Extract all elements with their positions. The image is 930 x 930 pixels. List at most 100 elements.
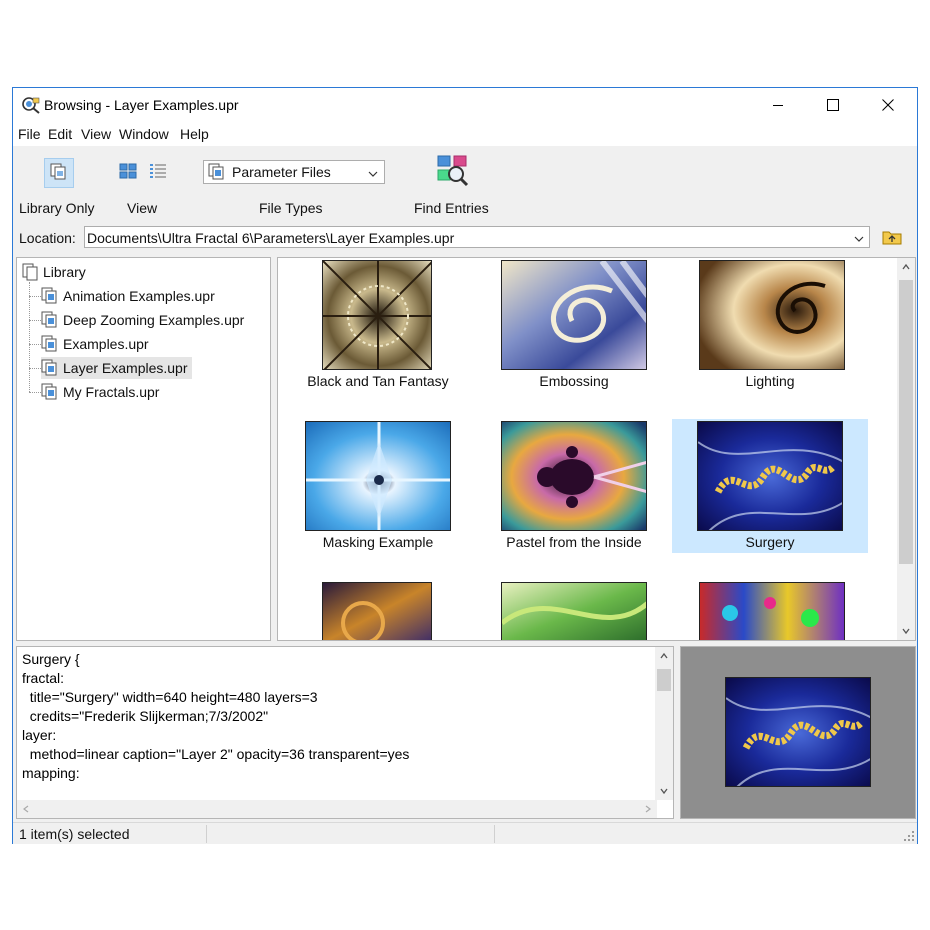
scroll-left-icon[interactable] <box>17 800 35 818</box>
tree-connector <box>29 320 41 321</box>
parameter-file-icon <box>41 383 61 401</box>
scroll-right-icon[interactable] <box>639 800 657 818</box>
location-bar: Location: Documents\Ultra Fractal 6\Para… <box>13 224 917 252</box>
source-vertical-scrollbar[interactable] <box>655 647 673 800</box>
tree-connector <box>29 282 30 392</box>
view-details-button[interactable] <box>147 161 169 183</box>
preview-image <box>725 677 871 787</box>
file-types-dropdown[interactable]: Parameter Files <box>203 160 385 184</box>
parameter-source-view[interactable]: Surgery { fractal: title="Surgery" width… <box>16 646 674 819</box>
entry-label: Embossing <box>539 373 609 389</box>
thumbnails-view-icon <box>119 163 137 182</box>
menu-bar: File Edit View Window Help <box>13 122 917 146</box>
up-folder-icon <box>882 229 902 248</box>
entry-thumbnail <box>697 421 843 531</box>
tree-item-layer-examples[interactable]: Layer Examples.upr <box>41 357 192 379</box>
entry-thumbnail <box>322 582 432 640</box>
minimize-button[interactable] <box>755 88 801 122</box>
window-title: Browsing - Layer Examples.upr <box>44 97 239 113</box>
menu-view[interactable]: View <box>81 126 111 142</box>
chevron-down-icon[interactable] <box>854 231 864 247</box>
entries-grid: Black and Tan Fantasy Embossing Lighting <box>277 257 916 641</box>
tree-root-library[interactable]: Library <box>21 262 86 282</box>
entry-thumbnail <box>699 260 845 370</box>
parameter-file-icon <box>41 359 61 377</box>
entry-thumbnail <box>501 421 647 531</box>
title-bar: Browsing - Layer Examples.upr <box>13 88 917 122</box>
entry-tile-surgery[interactable]: Surgery <box>672 419 868 553</box>
parameter-file-icon <box>41 335 61 353</box>
resize-grip-icon[interactable] <box>903 830 915 842</box>
library-icon <box>21 263 41 281</box>
toolbar: Library Only View Parameter Files File T… <box>13 146 917 224</box>
source-line: method=linear caption="Layer 2" opacity=… <box>22 746 410 762</box>
menu-window[interactable]: Window <box>119 126 169 142</box>
scroll-up-icon[interactable] <box>655 647 673 665</box>
entry-thumbnail <box>305 421 451 531</box>
find-entries-icon <box>436 154 470 191</box>
status-text: 1 item(s) selected <box>19 826 130 842</box>
location-combobox[interactable]: Documents\Ultra Fractal 6\Parameters\Lay… <box>84 226 870 248</box>
maximize-button[interactable] <box>810 88 856 122</box>
grid-scroll-thumb[interactable] <box>899 280 913 564</box>
status-divider <box>494 825 495 843</box>
scroll-up-icon[interactable] <box>897 258 915 276</box>
entry-tile-lighting[interactable]: Lighting <box>672 258 868 392</box>
tree-connector <box>29 392 41 393</box>
source-line: Surgery { <box>22 651 80 667</box>
entry-tile-embossing[interactable]: Embossing <box>476 258 672 392</box>
preview-pane <box>680 646 916 819</box>
tree-item-examples[interactable]: Examples.upr <box>41 333 153 355</box>
menu-file[interactable]: File <box>18 126 41 142</box>
status-bar: 1 item(s) selected <box>13 822 917 844</box>
library-only-icon <box>49 162 69 185</box>
tree-item-deep-zooming-examples[interactable]: Deep Zooming Examples.upr <box>41 309 248 331</box>
location-path: Documents\Ultra Fractal 6\Parameters\Lay… <box>87 230 455 246</box>
app-icon <box>21 96 41 114</box>
tree-connector <box>29 344 41 345</box>
entry-tile[interactable] <box>476 580 672 640</box>
library-only-label: Library Only <box>19 200 95 216</box>
details-view-icon <box>149 163 167 182</box>
tree-item-animation-examples[interactable]: Animation Examples.upr <box>41 285 219 307</box>
library-only-button[interactable] <box>44 158 74 188</box>
find-entries-label: Find Entries <box>414 200 489 216</box>
entry-tile-masking-example[interactable]: Masking Example <box>280 419 476 553</box>
parameter-files-icon <box>208 163 228 181</box>
scroll-down-icon[interactable] <box>897 622 915 640</box>
entry-label: Lighting <box>745 373 795 389</box>
source-line: layer: <box>22 727 57 743</box>
entry-tile[interactable] <box>280 580 476 640</box>
tree-item-label: Examples.upr <box>63 336 149 352</box>
find-entries-button[interactable] <box>435 154 471 190</box>
entry-label: Black and Tan Fantasy <box>307 373 449 389</box>
close-button[interactable] <box>865 88 911 122</box>
entry-tile[interactable] <box>672 580 868 640</box>
grid-vertical-scrollbar[interactable] <box>897 258 915 640</box>
tree-root-label: Library <box>43 264 86 280</box>
entry-label: Pastel from the Inside <box>506 534 642 550</box>
browser-window: Browsing - Layer Examples.upr File Edit … <box>12 87 918 844</box>
entry-tile-black-and-tan-fantasy[interactable]: Black and Tan Fantasy <box>280 258 476 392</box>
scroll-down-icon[interactable] <box>655 782 673 800</box>
entry-label: Masking Example <box>322 534 434 550</box>
tree-item-my-fractals[interactable]: My Fractals.upr <box>41 381 163 403</box>
view-label: View <box>127 200 158 216</box>
file-types-value: Parameter Files <box>232 164 331 180</box>
source-horizontal-scrollbar[interactable] <box>17 800 657 818</box>
entry-thumbnail <box>699 582 845 640</box>
tree-connector <box>29 368 41 369</box>
tree-item-label: Deep Zooming Examples.upr <box>63 312 245 328</box>
source-scroll-thumb[interactable] <box>657 669 671 691</box>
up-folder-button[interactable] <box>881 228 903 248</box>
status-divider <box>206 825 207 843</box>
library-tree: Library Animation Examples.upr Deep Zoom… <box>16 257 271 641</box>
entry-tile-pastel-from-the-inside[interactable]: Pastel from the Inside <box>476 419 672 553</box>
view-thumbnails-button[interactable] <box>117 161 139 183</box>
tree-connector <box>29 296 41 297</box>
menu-help[interactable]: Help <box>180 126 209 142</box>
menu-edit[interactable]: Edit <box>48 126 72 142</box>
source-line: title="Surgery" width=640 height=480 lay… <box>22 689 318 705</box>
entry-thumbnail <box>322 260 432 370</box>
tree-item-label: Animation Examples.upr <box>63 288 215 304</box>
